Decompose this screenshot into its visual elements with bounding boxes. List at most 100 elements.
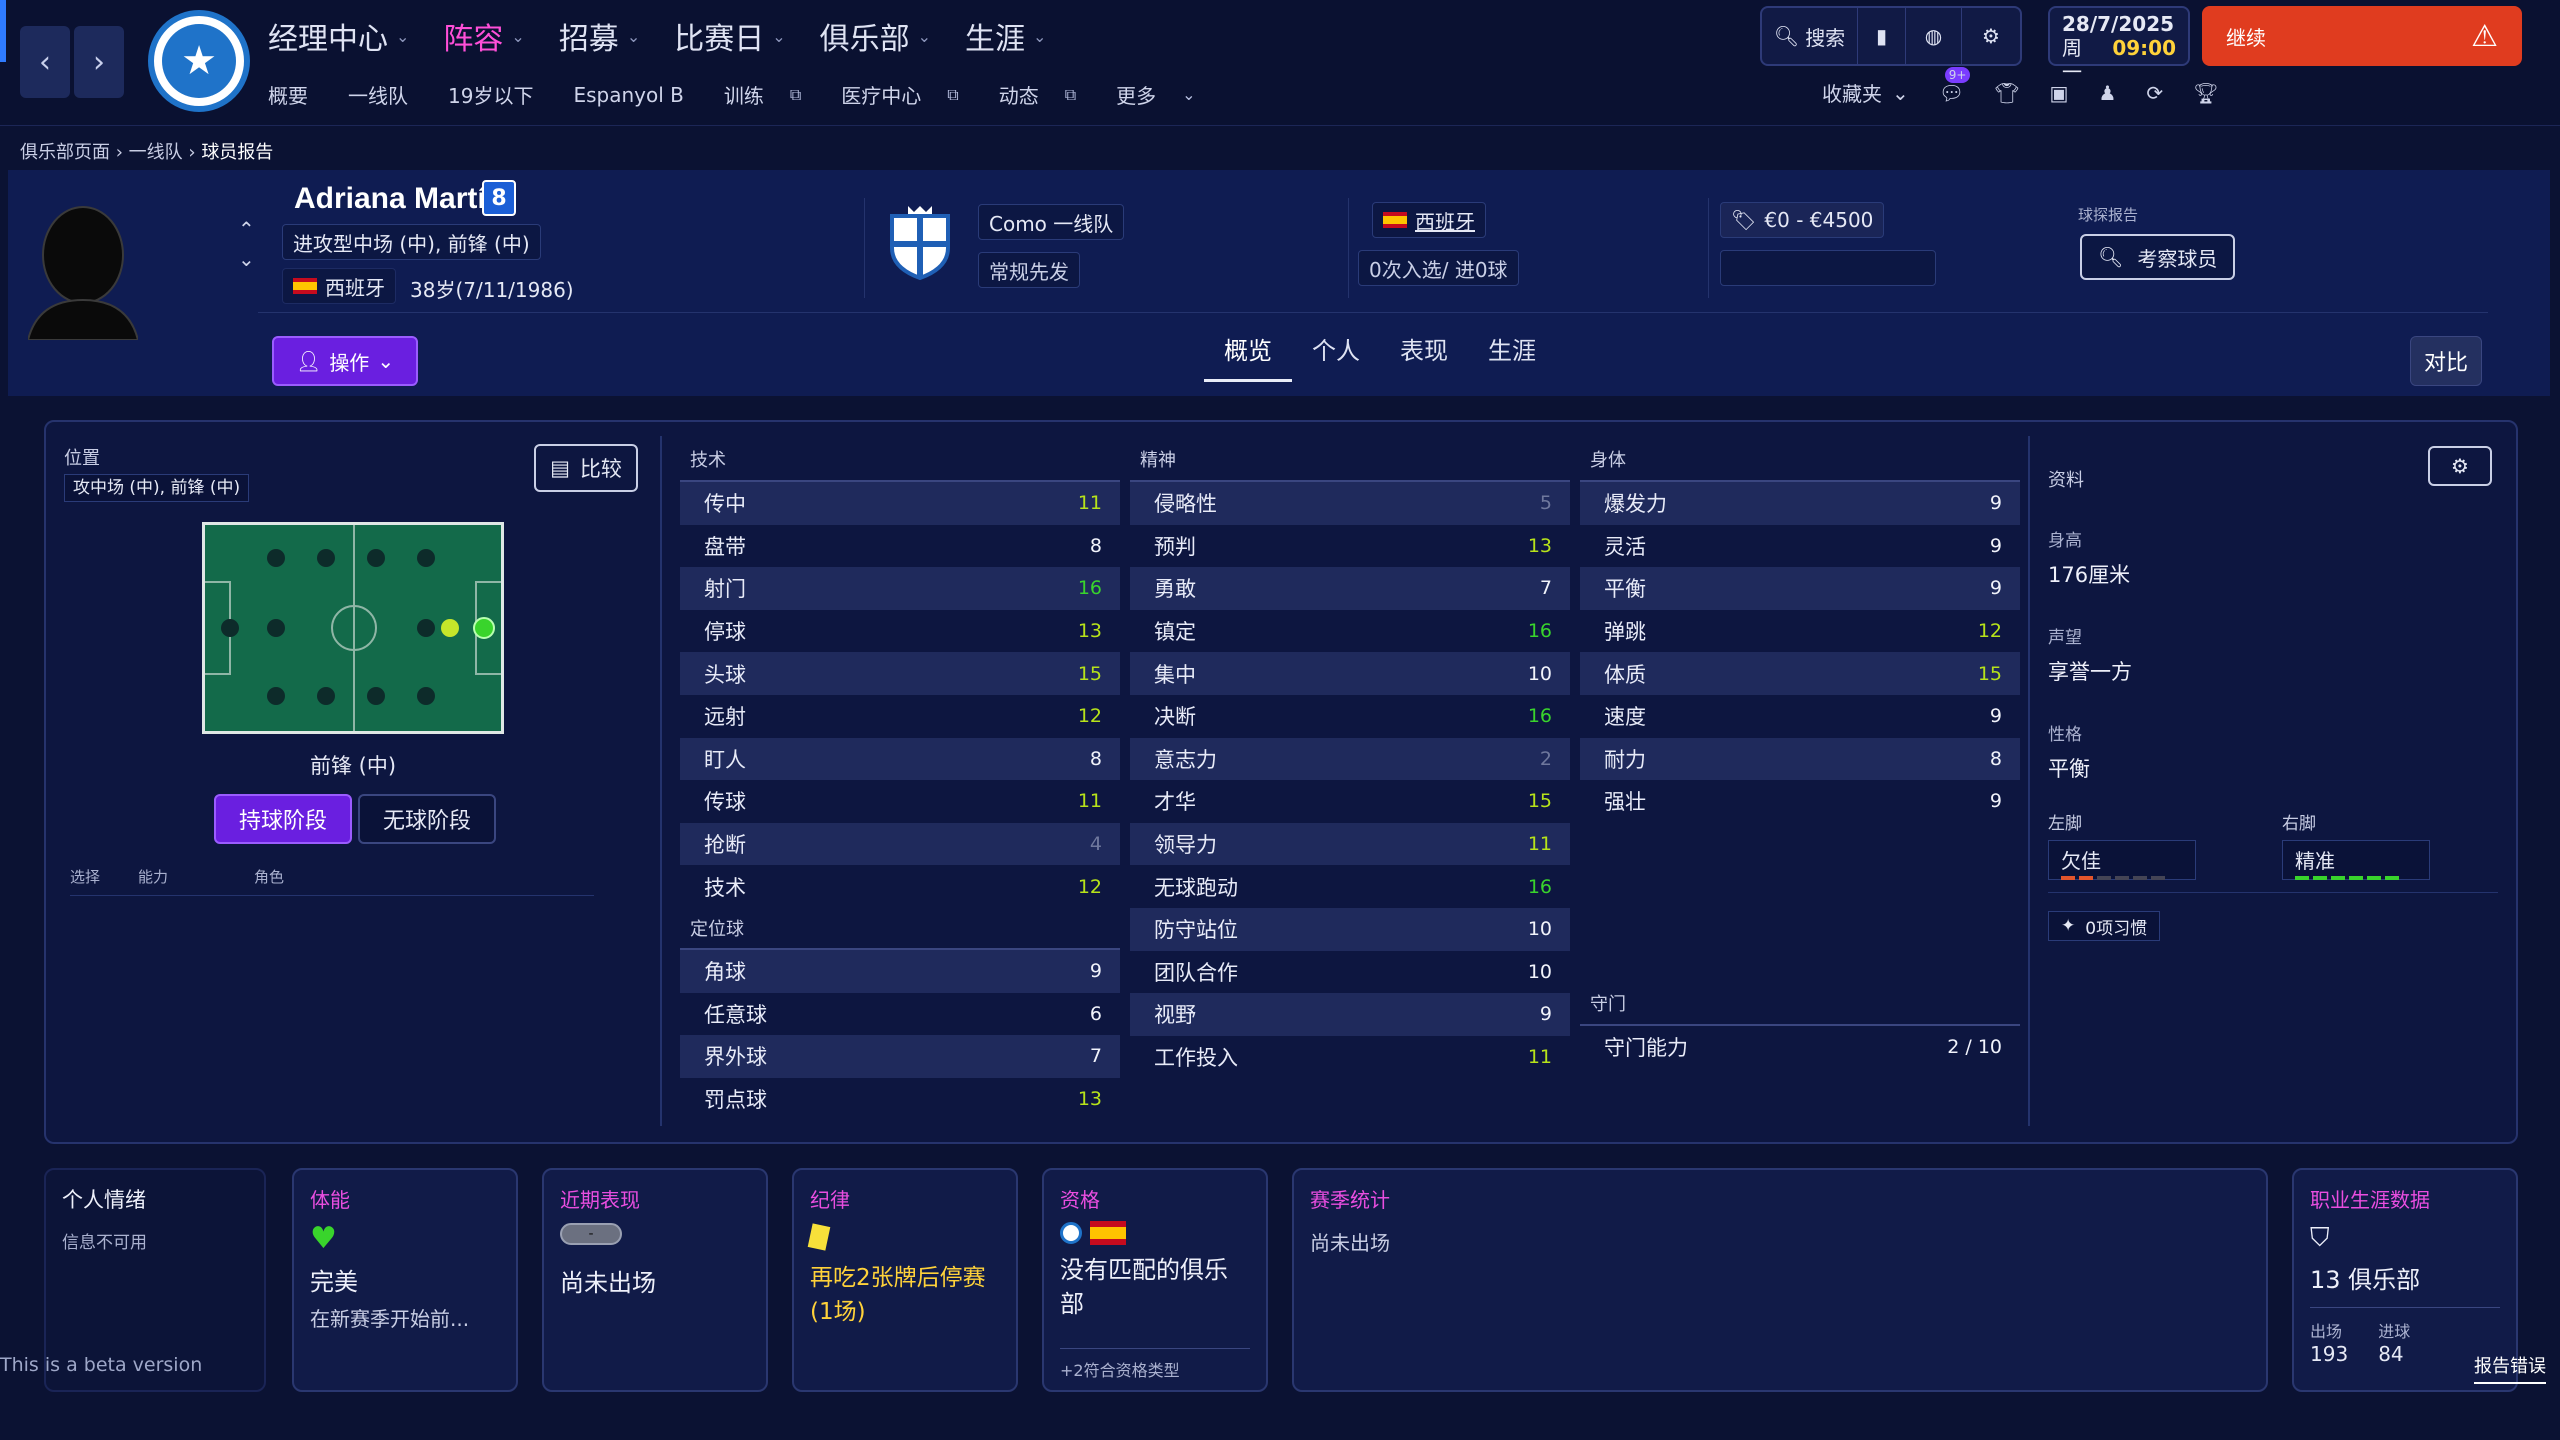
info-settings-button[interactable]: ⚙	[2428, 446, 2492, 486]
search-button[interactable]: 🔍︎ 搜索	[1762, 8, 1858, 64]
pitch-position[interactable]	[417, 687, 435, 705]
breadcrumb-club-page[interactable]: 俱乐部页面	[20, 142, 110, 163]
club-crest-icon[interactable]	[886, 204, 954, 280]
chevron-up-icon[interactable]: ⌃	[238, 214, 255, 244]
subnav-training[interactable]: 训练 ⧉	[724, 80, 821, 109]
attribute-row[interactable]: 镇定 16	[1130, 610, 1570, 653]
pitch-position-secondary[interactable]	[441, 619, 459, 637]
attribute-row[interactable]: 体质 15	[1580, 652, 2020, 695]
pitch-position[interactable]	[267, 687, 285, 705]
attribute-row[interactable]: 意志力 2	[1130, 737, 1570, 781]
nav-squad[interactable]: 阵容 ⌄	[443, 14, 524, 58]
subnav-dynamics[interactable]: 动态 ⧉	[999, 80, 1096, 109]
attribute-row[interactable]: 罚点球 13	[680, 1078, 1120, 1121]
pitch-position-primary[interactable]	[473, 617, 495, 639]
nav-club[interactable]: 俱乐部 ⌄	[820, 14, 931, 58]
habits-button[interactable]: ✦ 0项习惯	[2048, 911, 2161, 941]
tab-career[interactable]: 生涯	[1468, 332, 1556, 382]
pitch-position[interactable]	[417, 549, 435, 567]
kit-icon[interactable]: 👕︎	[1994, 81, 2019, 105]
staff-icon[interactable]: ♟	[2098, 81, 2116, 105]
eligibility-card[interactable]: 资格 没有匹配的俱乐部 +2符合资格类型	[1042, 1168, 1268, 1392]
pitch-position[interactable]	[367, 687, 385, 705]
report-bug-link[interactable]: 报告错误	[2474, 1352, 2546, 1384]
back-button[interactable]: ‹	[20, 26, 70, 98]
date-time[interactable]: 28/7/2025 周一 09:00	[2048, 6, 2190, 84]
fitness-card[interactable]: 体能 ♥ 完美 在新赛季开始前...	[292, 1168, 518, 1392]
attribute-row[interactable]: 角球 9	[680, 949, 1120, 993]
club-team-tag[interactable]: Como 一线队	[978, 204, 1125, 240]
attribute-row[interactable]: 远射 12	[680, 695, 1120, 738]
form-card[interactable]: 近期表现 - 尚未出场	[542, 1168, 768, 1392]
pitch-position[interactable]	[267, 619, 285, 637]
subnav-u19[interactable]: 19岁以下	[448, 80, 553, 109]
nav-recruitment[interactable]: 招募 ⌄	[559, 14, 640, 58]
attribute-row[interactable]: 强壮 9	[1580, 780, 2020, 823]
attribute-row[interactable]: 传中 11	[680, 482, 1120, 525]
tactics-icon[interactable]: ▣	[2050, 81, 2069, 105]
attribute-row[interactable]: 视野 9	[1130, 993, 1570, 1036]
attribute-row[interactable]: 盘带 8	[680, 525, 1120, 568]
attribute-row[interactable]: 任意球 6	[680, 993, 1120, 1036]
attribute-row[interactable]: 侵略性 5	[1130, 482, 1570, 525]
settings-button[interactable]: ⚙	[1962, 8, 2020, 64]
position-compare-button[interactable]: ▤ 比较	[534, 444, 638, 492]
attribute-row[interactable]: 预判 13	[1130, 525, 1570, 568]
pitch-position[interactable]	[317, 687, 335, 705]
attribute-row[interactable]: 界外球 7	[680, 1035, 1120, 1078]
attribute-row[interactable]: 射门 16	[680, 567, 1120, 610]
attribute-row[interactable]: 盯人 8	[680, 737, 1120, 781]
pitch-position[interactable]	[367, 549, 385, 567]
attribute-row[interactable]: 抢断 4	[680, 822, 1120, 866]
nav-career[interactable]: 生涯 ⌄	[965, 14, 1046, 58]
subnav-first-team[interactable]: 一线队	[348, 80, 428, 109]
subnav-overview[interactable]: 概要	[268, 80, 328, 109]
season-stats-card[interactable]: 赛季统计 尚未出场	[1292, 1168, 2268, 1392]
attribute-row[interactable]: 工作投入 11	[1130, 1036, 1570, 1079]
continue-button[interactable]: 继续 ⚠	[2202, 6, 2522, 66]
attribute-row[interactable]: 决断 16	[1130, 695, 1570, 738]
attribute-row[interactable]: 耐力 8	[1580, 737, 2020, 781]
attribute-row[interactable]: 无球跑动 16	[1130, 865, 1570, 908]
attribute-row[interactable]: 传球 11	[680, 780, 1120, 823]
attribute-row[interactable]: 团队合作 10	[1130, 951, 1570, 994]
attribute-row[interactable]: 领导力 11	[1130, 822, 1570, 866]
attribute-row[interactable]: 技术 12	[680, 865, 1120, 908]
nationality-tag[interactable]: 西班牙	[282, 268, 396, 304]
nation-tag[interactable]: 西班牙	[1372, 202, 1486, 238]
subnav-espanyol-b[interactable]: Espanyol B	[573, 80, 703, 109]
pitch-position[interactable]	[417, 619, 435, 637]
phase-out-possession-button[interactable]: 无球阶段	[358, 794, 496, 844]
nav-matchday[interactable]: 比赛日 ⌄	[674, 14, 785, 58]
tab-personal[interactable]: 个人	[1292, 332, 1380, 382]
club-logo[interactable]: ★	[148, 10, 250, 112]
breadcrumb-first-team[interactable]: 一线队	[129, 142, 183, 163]
forward-button[interactable]: ›	[74, 26, 124, 98]
favorites-button[interactable]: 收藏夹 ⌄	[1822, 78, 1909, 107]
messages-button[interactable]: 💬︎ 9+	[1939, 66, 1971, 105]
refresh-icon[interactable]: ⟳	[2146, 81, 2163, 105]
chevron-down-icon[interactable]: ⌄	[238, 244, 255, 274]
pitch-position[interactable]	[317, 549, 335, 567]
tab-overview[interactable]: 概览	[1204, 332, 1292, 382]
goalkeeping-row[interactable]: 守门能力 2 / 10	[1580, 1026, 2020, 1069]
phase-in-possession-button[interactable]: 持球阶段	[214, 794, 352, 844]
attribute-row[interactable]: 头球 15	[680, 652, 1120, 695]
pitch-position[interactable]	[221, 619, 239, 637]
attribute-row[interactable]: 停球 13	[680, 610, 1120, 653]
world-button[interactable]: ◍	[1906, 8, 1962, 64]
tab-performance[interactable]: 表现	[1380, 332, 1468, 382]
compare-button[interactable]: 对比	[2410, 336, 2482, 386]
discipline-card[interactable]: 纪律 再吃2张牌后停赛(1场)	[792, 1168, 1018, 1392]
nav-manager-home[interactable]: 经理中心 ⌄	[268, 14, 409, 58]
player-switcher[interactable]: ⌃ ⌄	[238, 214, 255, 274]
bookmark-button[interactable]: ▮	[1858, 8, 1906, 64]
subnav-medical[interactable]: 医疗中心 ⧉	[841, 80, 978, 109]
pitch-position[interactable]	[267, 549, 285, 567]
attribute-row[interactable]: 爆发力 9	[1580, 482, 2020, 525]
attribute-row[interactable]: 集中 10	[1130, 652, 1570, 695]
action-button[interactable]: 👤︎ 操作 ⌄	[272, 336, 418, 386]
attribute-row[interactable]: 勇敢 7	[1130, 567, 1570, 610]
attribute-row[interactable]: 速度 9	[1580, 695, 2020, 738]
attribute-row[interactable]: 防守站位 10	[1130, 907, 1570, 951]
